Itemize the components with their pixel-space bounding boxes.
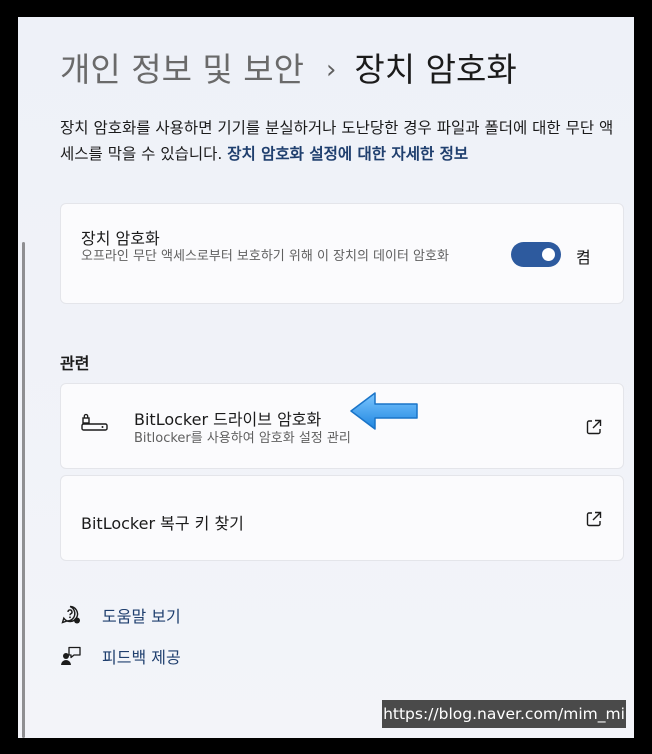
learn-more-link[interactable]: 장치 암호화 설정에 대한 자세한 정보 (227, 145, 468, 163)
recovery-key-title: BitLocker 복구 키 찾기 (81, 514, 244, 533)
open-external-icon (585, 510, 603, 528)
breadcrumb-parent[interactable]: 개인 정보 및 보안 (60, 45, 304, 95)
breadcrumb: 개인 정보 및 보안 › 장치 암호화 (60, 45, 517, 95)
annotation-arrow-icon (349, 390, 421, 432)
give-feedback-label: 피드백 제공 (102, 648, 181, 667)
bitlocker-drive-encryption-card[interactable]: BitLocker 드라이브 암호화 Bitlocker를 사용하여 암호화 설… (60, 383, 624, 469)
watermark-url: https://blog.naver.com/mim_mi (382, 700, 626, 728)
settings-window: 개인 정보 및 보안 › 장치 암호화 장치 암호화를 사용하면 기기를 분실하… (18, 17, 634, 738)
give-feedback-link[interactable]: 피드백 제공 (60, 644, 181, 668)
open-external-icon (585, 418, 603, 436)
breadcrumb-separator-icon: › (326, 55, 337, 85)
feedback-icon (60, 645, 82, 667)
get-help-label: 도움말 보기 (102, 607, 181, 626)
device-encryption-toggle[interactable] (511, 242, 561, 267)
toggle-knob (542, 248, 555, 261)
get-help-link[interactable]: 도움말 보기 (60, 603, 181, 627)
page-description: 장치 암호화를 사용하면 기기를 분실하거나 도난당한 경우 파일과 폴더에 대… (60, 115, 626, 167)
help-icon (60, 604, 82, 626)
device-encryption-title: 장치 암호화 (81, 229, 160, 248)
device-encryption-card: 장치 암호화 오프라인 무단 액세스로부터 보호하기 위해 이 장치의 데이터 … (60, 203, 624, 304)
scrollbar[interactable] (22, 242, 25, 738)
key-drive-icon (81, 413, 109, 433)
device-encryption-subtitle: 오프라인 무단 액세스로부터 보호하기 위해 이 장치의 데이터 암호화 (81, 249, 449, 264)
bitlocker-recovery-key-card[interactable]: BitLocker 복구 키 찾기 (60, 475, 624, 561)
related-section-label: 관련 (60, 354, 90, 373)
bitlocker-subtitle: Bitlocker를 사용하여 암호화 설정 관리 (134, 431, 351, 446)
toggle-state-label: 켬 (576, 248, 591, 267)
page-title: 장치 암호화 (354, 50, 517, 89)
bitlocker-title: BitLocker 드라이브 암호화 (134, 410, 322, 429)
